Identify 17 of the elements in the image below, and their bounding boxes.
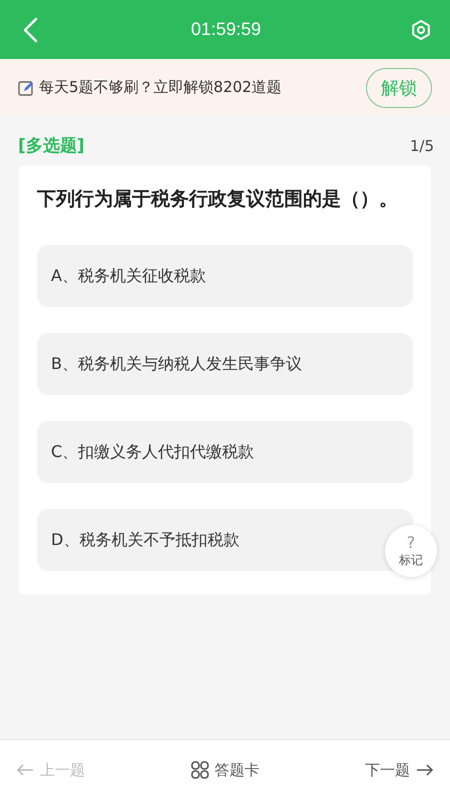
nav-button[interactable]: 下一题 [361, 756, 438, 784]
question-type: [多选题] [18, 135, 85, 157]
answer-option[interactable]: A、税务机关征收税款 [37, 245, 413, 307]
promo-text: 每天5题不够刷？立即解锁8202道题 [39, 78, 283, 97]
question-mark-icon: ? [406, 534, 416, 552]
grid-icon [190, 761, 208, 779]
answer-option[interactable]: B、税务机关与纳税人发生民事争议 [37, 333, 413, 395]
timer: 01:59:59 [190, 19, 262, 40]
question-text: 下列行为属于税务行政复议范围的是（）。 [37, 187, 399, 212]
mark-button[interactable]: ? 标记 [385, 525, 437, 577]
answer-option[interactable]: C、扣缴义务人代扣代缴税款 [37, 421, 413, 483]
edit-icon [18, 80, 34, 96]
settings-icon[interactable] [410, 18, 432, 40]
right-arrow-icon [416, 764, 434, 776]
nav-button[interactable]: 答题卡 [186, 756, 264, 784]
left-arrow-icon [16, 764, 34, 776]
progress-counter: 1/5 [410, 136, 434, 154]
